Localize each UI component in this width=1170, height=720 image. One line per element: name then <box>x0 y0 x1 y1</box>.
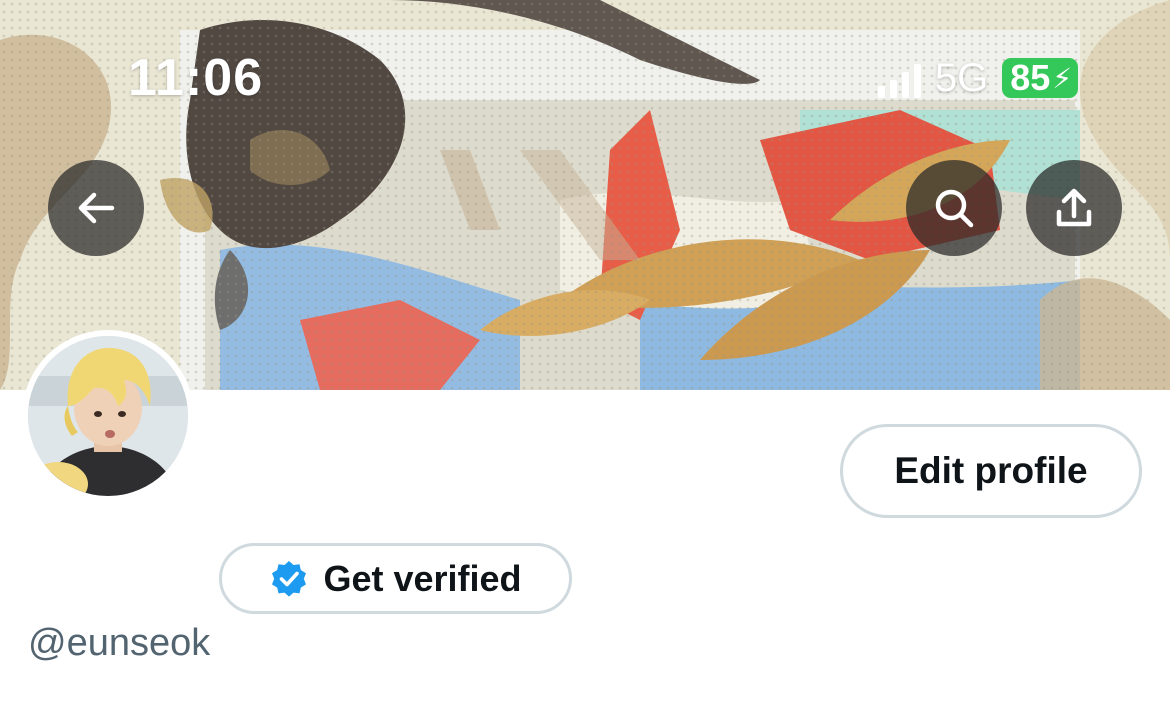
search-icon <box>935 189 974 228</box>
cellular-signal-icon <box>877 58 921 98</box>
battery-indicator: 85 ⚡ <box>1002 57 1078 98</box>
status-bar-indicators: 5G 85 ⚡ <box>877 55 1078 100</box>
share-button[interactable] <box>1026 160 1122 256</box>
verified-badge-icon <box>272 560 307 597</box>
avatar-portrait <box>28 336 188 496</box>
profile-handle: @eunseok <box>28 622 211 664</box>
battery-percent: 85 <box>1010 57 1051 98</box>
network-type-label: 5G <box>934 55 989 100</box>
get-verified-button[interactable]: Get verified <box>219 543 572 614</box>
share-upload-icon <box>1056 188 1092 227</box>
search-button[interactable] <box>906 160 1002 256</box>
profile-avatar[interactable] <box>22 330 194 502</box>
avatar-photo <box>28 336 188 496</box>
edit-profile-button[interactable]: Edit profile <box>840 424 1142 518</box>
charging-bolt-icon: ⚡ <box>1052 62 1072 94</box>
get-verified-label: Get verified <box>323 557 522 599</box>
status-bar-time: 11:06 <box>128 49 264 107</box>
profile-screen: 11:06 5G 85 ⚡ Edit profile Get verified … <box>0 0 1170 720</box>
arrow-left-icon <box>78 192 115 224</box>
back-button[interactable] <box>48 160 144 256</box>
